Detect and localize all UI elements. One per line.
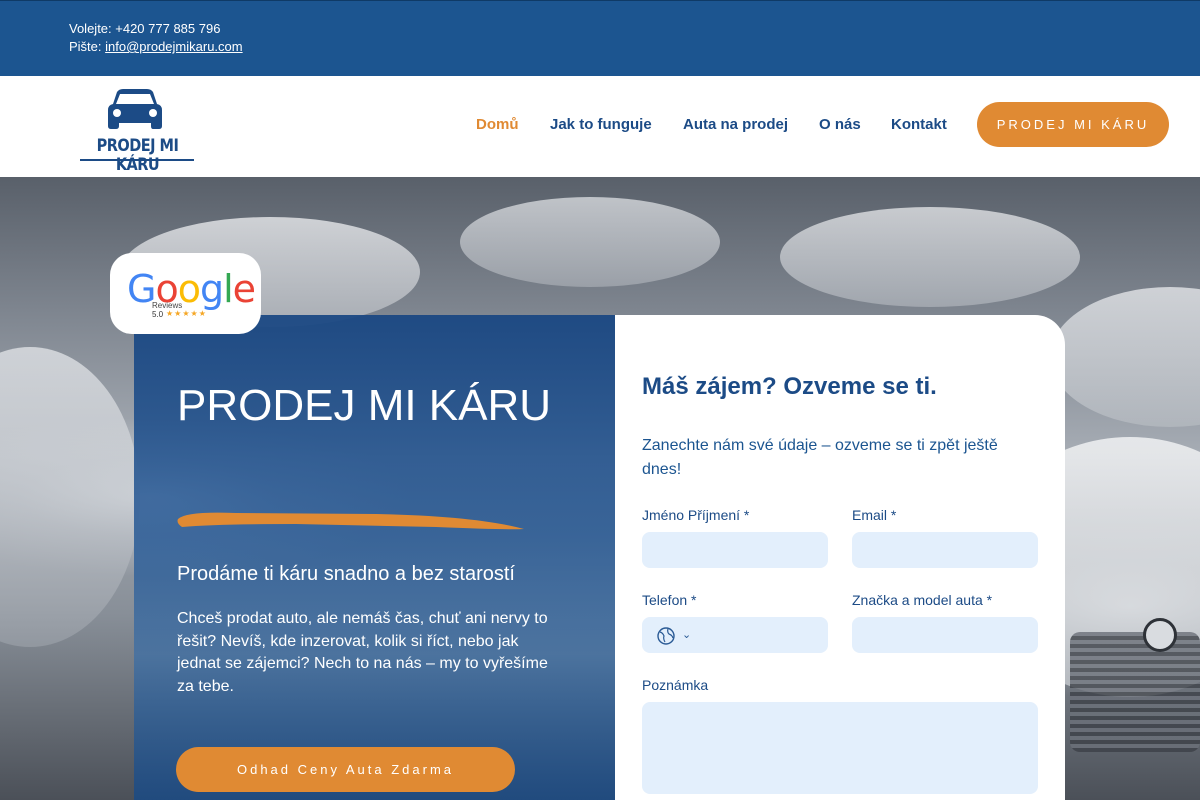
nav-item-contact[interactable]: Kontakt: [891, 116, 947, 133]
bg-car: [0, 347, 140, 647]
bg-car: [780, 207, 1080, 307]
form-intro: Zanechte nám své údaje – ozveme se ti zp…: [642, 437, 998, 478]
brush-stroke-decoration: [177, 512, 524, 530]
name-label: Jméno Příjmení *: [642, 507, 750, 523]
contact-form: Máš zájem? Ozveme se ti. Zanechte nám sv…: [615, 315, 1065, 800]
google-reviews-badge[interactable]: Google Reviews 5.0 ★★★★★: [110, 253, 261, 334]
car-icon: [108, 89, 162, 129]
logo[interactable]: PRODEJ MI KÁRU: [80, 86, 195, 174]
car-model-label: Značka a model auta *: [852, 592, 993, 608]
phone-field[interactable]: ⌄: [642, 617, 828, 653]
logo-text: PRODEJ MI KÁRU: [96, 136, 179, 174]
chevron-down-icon[interactable]: ⌄: [682, 628, 691, 641]
hero-subtitle: Prodáme ti káru snadno a bez starostí: [177, 563, 515, 585]
email-prefix: Pište:: [69, 39, 106, 54]
bg-car-emblem: [1143, 618, 1177, 652]
google-logo: Google: [127, 267, 256, 311]
nav-item-home[interactable]: Domů: [476, 116, 519, 133]
nav-item-how-it-works[interactable]: Jak to funguje: [550, 116, 652, 133]
car-model-field[interactable]: [852, 617, 1038, 653]
top-info-bar: Volejte: +420 777 885 796 Pište: info@pr…: [0, 0, 1200, 76]
note-textarea[interactable]: [642, 702, 1038, 794]
bg-car: [1050, 287, 1200, 427]
star-icon: ★★★★★: [166, 309, 207, 318]
nav-item-about[interactable]: O nás: [819, 116, 861, 133]
name-field[interactable]: [642, 532, 828, 568]
price-estimate-button[interactable]: Odhad Ceny Auta Zdarma: [176, 747, 515, 792]
nav-item-cars-for-sale[interactable]: Auta na prodej: [683, 116, 788, 133]
logo-underline: [80, 159, 194, 161]
note-label: Poznámka: [642, 677, 709, 693]
bg-car-grille: [1070, 632, 1200, 752]
hero-promo-card: PRODEJ MI KÁRU Prodáme ti káru snadno a …: [134, 315, 615, 800]
email-line: Pište: info@prodejmikaru.com: [69, 39, 243, 54]
review-score: 5.0: [152, 310, 164, 319]
globe-icon[interactable]: [656, 626, 676, 646]
phone-label: Telefon *: [642, 592, 697, 608]
phone-line: Volejte: +420 777 885 796: [69, 21, 221, 36]
hero-description: Chceš prodat auto, ale nemáš čas, chuť a…: [177, 610, 548, 696]
bg-car: [460, 197, 720, 287]
site-header: PRODEJ MI KÁRU Domů Jak to funguje Auta …: [0, 76, 1200, 177]
form-title: Máš zájem? Ozveme se ti.: [642, 373, 937, 400]
hero-title: PRODEJ MI KÁRU: [177, 381, 552, 430]
email-label: Email *: [852, 507, 897, 523]
header-cta-button[interactable]: PRODEJ MI KÁRU: [977, 102, 1169, 147]
email-field[interactable]: [852, 532, 1038, 568]
email-link[interactable]: info@prodejmikaru.com: [105, 39, 242, 54]
